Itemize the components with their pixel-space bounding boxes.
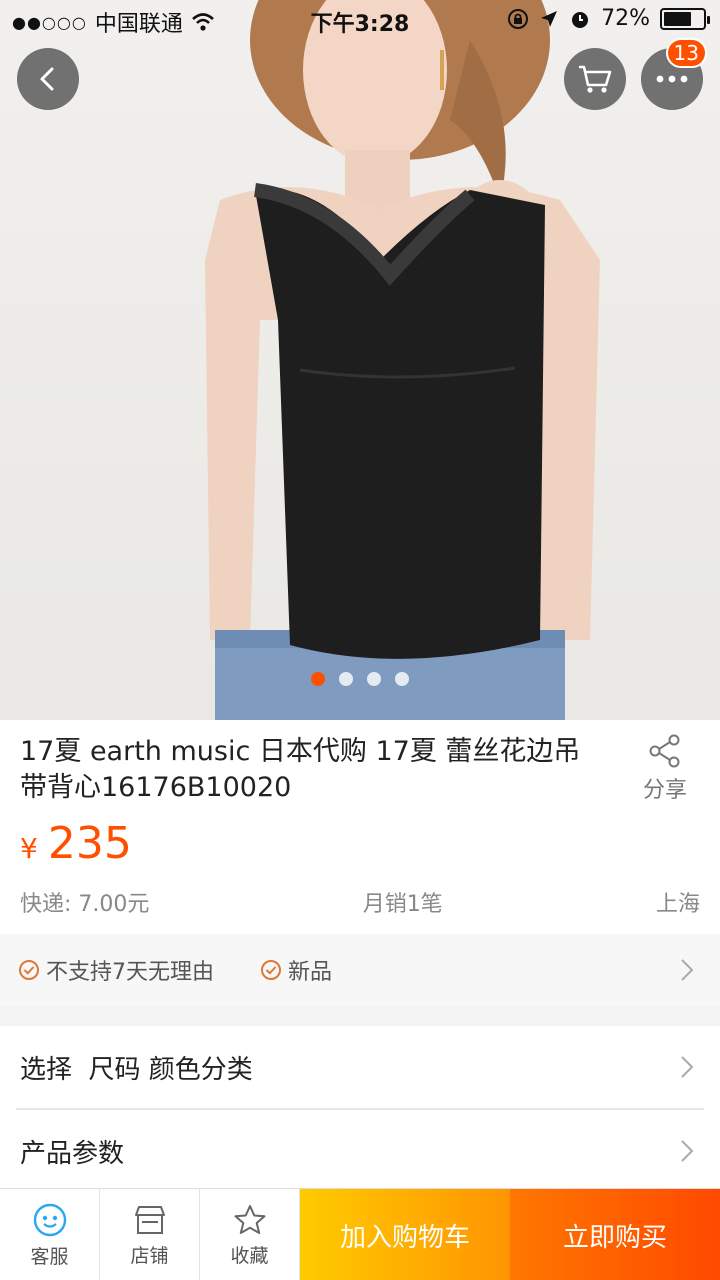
rotation-lock-icon — [508, 8, 529, 29]
gallery-dot[interactable] — [311, 672, 325, 686]
favorite-label: 收藏 — [230, 1244, 269, 1267]
battery-percent: 72% — [601, 6, 650, 31]
cart-icon — [579, 65, 612, 93]
service-label: 不支持7天无理由 — [46, 960, 214, 985]
product-options: 选择 尺码 颜色分类 产品参数 — [0, 1026, 720, 1188]
shop-label: 店铺 — [130, 1244, 169, 1267]
price-value: 235 — [47, 818, 132, 869]
price-currency: ¥ — [20, 832, 38, 865]
share-icon — [649, 734, 680, 768]
location-arrow-icon — [541, 10, 558, 27]
add-to-cart-button[interactable]: 加入购物车 — [300, 1189, 510, 1280]
battery-icon — [660, 7, 710, 30]
gallery-dot[interactable] — [395, 672, 409, 686]
check-circle-icon — [261, 960, 281, 980]
select-sku-row[interactable]: 选择 尺码 颜色分类 — [0, 1026, 720, 1108]
service-guarantees[interactable]: 不支持7天无理由 新品 — [0, 934, 720, 1006]
share-button[interactable]: 分享 — [640, 734, 690, 804]
product-image[interactable] — [0, 0, 720, 720]
star-icon — [234, 1204, 265, 1234]
check-circle-icon — [19, 960, 39, 980]
chat-face-icon — [33, 1203, 66, 1236]
back-button[interactable] — [17, 48, 79, 110]
chevron-right-icon — [681, 1140, 694, 1162]
service-item: 新品 — [260, 954, 332, 986]
customer-service-label: 客服 — [30, 1245, 69, 1268]
monthly-sales: 月销1笔 — [362, 892, 443, 917]
product-params-row[interactable]: 产品参数 — [0, 1110, 720, 1192]
gallery-dot[interactable] — [339, 672, 353, 686]
product-params-label: 产品参数 — [20, 1138, 125, 1169]
service-item: 不支持7天无理由 — [18, 954, 214, 986]
status-bar: ●●○○○ 中国联通 下午3:28 72% — [0, 0, 720, 40]
share-label: 分享 — [642, 778, 687, 803]
alarm-icon — [572, 11, 589, 28]
shipping-fee: 快递: 7.00元 — [20, 892, 150, 917]
bottom-action-bar: 客服 店铺 收藏 加入购物车 立即购买 — [0, 1188, 720, 1280]
product-title: 17夏 earth music 日本代购 17夏 蕾丝花边吊带背心16176B1… — [20, 736, 581, 803]
product-meta: 快递: 7.00元 月销1笔 上海 — [20, 886, 700, 918]
select-sku-label: 选择 尺码 颜色分类 — [20, 1054, 253, 1085]
ship-location: 上海 — [655, 892, 700, 917]
product-price: ¥ 235 — [20, 818, 132, 869]
ellipsis-icon — [656, 75, 688, 83]
service-label: 新品 — [288, 960, 333, 985]
more-button[interactable]: 13 — [641, 38, 707, 110]
notification-badge: 13 — [665, 38, 707, 68]
chevron-right-icon — [681, 1056, 694, 1078]
buy-now-button[interactable]: 立即购买 — [510, 1189, 720, 1280]
chevron-left-icon — [40, 67, 54, 91]
favorite-button[interactable]: 收藏 — [200, 1189, 300, 1280]
customer-service-button[interactable]: 客服 — [0, 1189, 100, 1280]
shop-button[interactable]: 店铺 — [100, 1189, 200, 1280]
gallery-indicators[interactable] — [0, 672, 720, 686]
chevron-right-icon — [681, 959, 694, 981]
cart-button[interactable] — [564, 48, 626, 110]
gallery-dot[interactable] — [367, 672, 381, 686]
product-photo — [205, 0, 600, 720]
product-info: 17夏 earth music 日本代购 17夏 蕾丝花边吊带背心16176B1… — [0, 720, 720, 934]
store-icon — [134, 1205, 165, 1234]
